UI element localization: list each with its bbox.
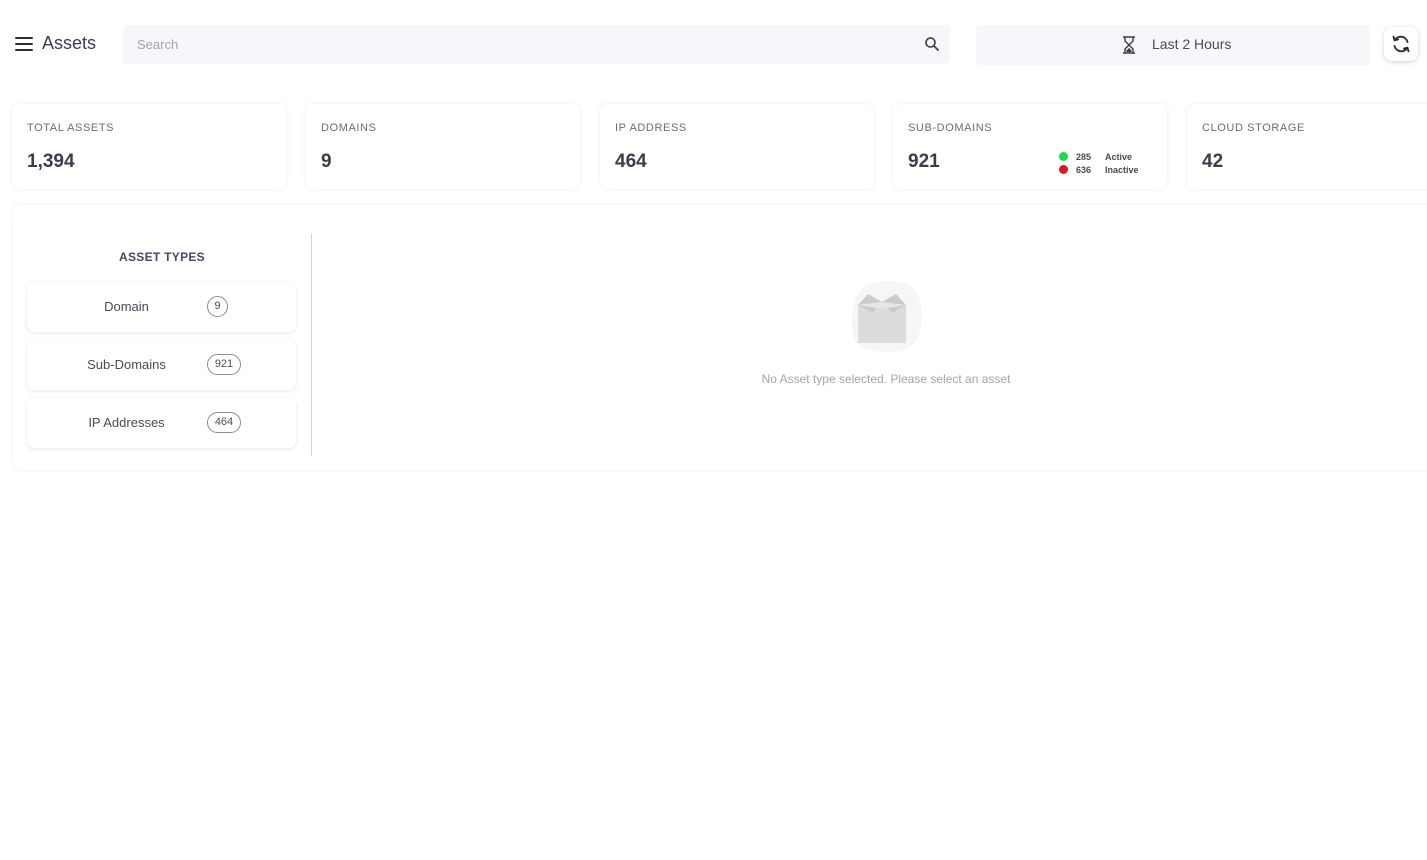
page-title: Assets (42, 33, 97, 53)
inactive-status-dot (1059, 165, 1068, 174)
search-bar (123, 25, 950, 64)
stat-label: CLOUD STORAGE (1202, 122, 1305, 134)
stat-value: 9 (321, 151, 332, 172)
count-badge: 464 (207, 412, 241, 433)
active-status-dot (1059, 152, 1068, 161)
stat-label: TOTAL ASSETS (27, 122, 115, 134)
asset-type-label: Domain (104, 299, 149, 314)
top-bar: Assets Last 2 Hours (0, 0, 1427, 88)
asset-type-label: Sub-Domains (87, 357, 166, 372)
count-badge: 9 (207, 296, 228, 317)
asset-types-title: ASSET TYPES (119, 250, 205, 264)
legend-count: 636 (1076, 164, 1092, 175)
stat-value: 464 (615, 151, 647, 172)
hourglass-icon (1123, 36, 1135, 54)
stat-card-sub-domains: SUB-DOMAINS 921 285 Active 636 Inactive (893, 104, 1167, 189)
legend-row-active: 285 Active (1059, 150, 1139, 163)
asset-type-ip-addresses[interactable]: IP Addresses 464 (27, 398, 296, 448)
asset-types-panel: ASSET TYPES Domain 9 Sub-Domains 921 IP … (13, 205, 1427, 470)
refresh-icon (1392, 35, 1410, 53)
stat-value: 1,394 (27, 151, 75, 172)
legend-row-inactive: 636 Inactive (1059, 163, 1139, 176)
legend-count: 285 (1076, 151, 1092, 162)
refresh-button[interactable] (1384, 27, 1418, 61)
stat-card-domains: DOMAINS 9 (306, 104, 580, 189)
stat-label: DOMAINS (321, 122, 377, 134)
empty-box-icon (851, 281, 922, 353)
hamburger-menu-icon[interactable] (15, 37, 33, 51)
stat-value: 42 (1202, 151, 1224, 172)
asset-type-domain[interactable]: Domain 9 (27, 282, 296, 332)
panel-divider (311, 234, 312, 456)
stat-card-total-assets: TOTAL ASSETS 1,394 (12, 104, 286, 189)
asset-type-label: IP Addresses (88, 415, 165, 430)
stat-value: 921 (908, 151, 940, 172)
search-icon[interactable] (924, 36, 940, 52)
stat-label: SUB-DOMAINS (908, 122, 993, 134)
stat-card-ip-address: IP ADDRESS 464 (600, 104, 874, 189)
time-range-label: Last 2 Hours (1152, 36, 1232, 52)
stat-label: IP ADDRESS (615, 122, 687, 134)
status-legend: 285 Active 636 Inactive (1059, 150, 1139, 176)
legend-label: Active (1105, 151, 1133, 162)
search-input[interactable] (123, 25, 903, 64)
stat-card-cloud-storage: CLOUD STORAGE 42 (1187, 104, 1427, 189)
time-range-selector[interactable]: Last 2 Hours (976, 25, 1370, 65)
legend-label: Inactive (1105, 164, 1139, 175)
empty-state-message: No Asset type selected. Please select an… (761, 372, 1011, 386)
